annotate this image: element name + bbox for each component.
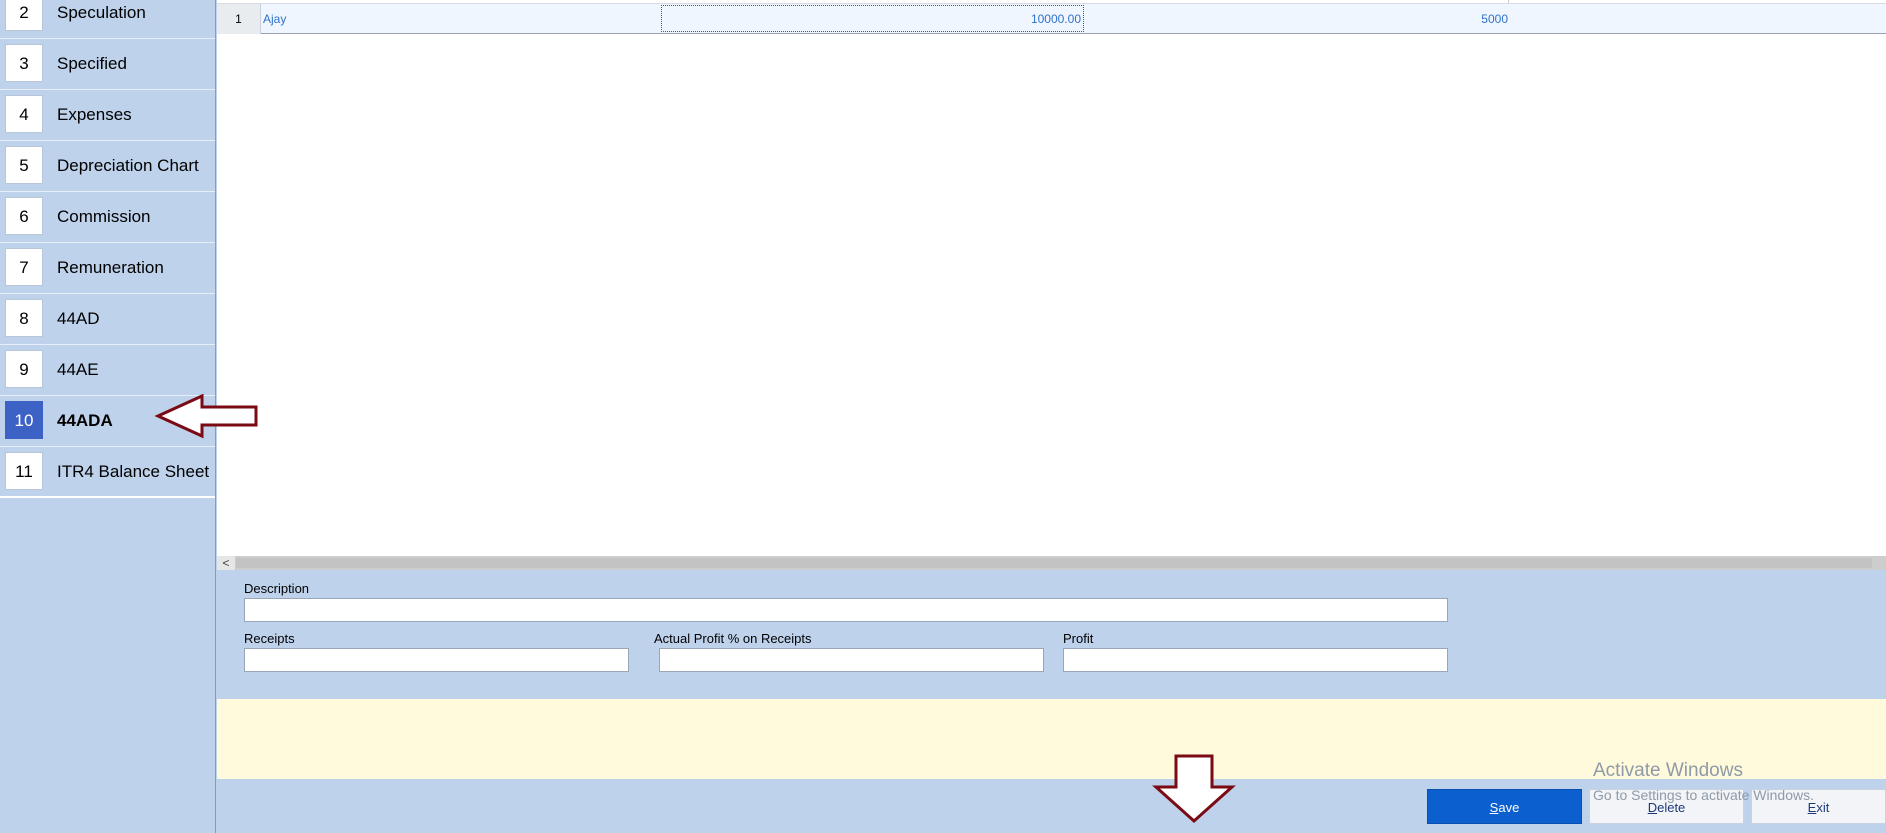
- left-arrow-icon: [154, 393, 258, 439]
- data-grid: 1 Ajay 10000.00 5000 <: [217, 0, 1886, 570]
- sidebar-item-label: Remuneration: [57, 258, 164, 277]
- cell-value[interactable]: 5000: [1084, 4, 1508, 34]
- sidebar-item-itr4-balance-sheet[interactable]: 11 ITR4 Balance Sheet: [0, 447, 215, 498]
- sidebar-item-number: 9: [5, 350, 43, 388]
- sidebar-item-specified[interactable]: 3 Specified: [0, 39, 215, 90]
- sidebar-item-number: 11: [5, 452, 43, 490]
- description-input[interactable]: [244, 598, 1448, 622]
- profit-percent-label: Actual Profit % on Receipts: [654, 631, 812, 646]
- sidebar-item-number: 3: [5, 44, 43, 82]
- sidebar-item-label: 44ADA: [57, 411, 113, 430]
- activation-watermark-subtitle: Go to Settings to activate Windows.: [1593, 787, 1814, 803]
- sidebar-item-speculation[interactable]: 2 Speculation: [0, 0, 215, 39]
- save-label: ave: [1498, 800, 1520, 815]
- receipts-label: Receipts: [244, 631, 295, 646]
- save-button[interactable]: Save: [1427, 789, 1582, 824]
- exit-label: xit: [1816, 800, 1830, 815]
- sidebar-item-number: 5: [5, 146, 43, 184]
- sidebar-item-label: Expenses: [57, 105, 132, 124]
- sidebar-item-label: 44AE: [57, 360, 99, 379]
- down-arrow-icon: [1152, 754, 1236, 824]
- sidebar-item-commission[interactable]: 6 Commission: [0, 192, 215, 243]
- cell-amount[interactable]: 10000.00: [661, 4, 1081, 34]
- row-number: 1: [217, 4, 261, 34]
- receipts-input[interactable]: [244, 648, 629, 672]
- profit-input[interactable]: [1063, 648, 1448, 672]
- sidebar-item-44ad[interactable]: 8 44AD: [0, 294, 215, 345]
- sidebar-item-number: 4: [5, 95, 43, 133]
- profit-percent-input[interactable]: [659, 648, 1044, 672]
- sidebar-item-depreciation-chart[interactable]: 5 Depreciation Chart: [0, 141, 215, 192]
- sidebar-item-expenses[interactable]: 4 Expenses: [0, 90, 215, 141]
- sidebar-item-number: 6: [5, 197, 43, 235]
- sidebar-item-remuneration[interactable]: 7 Remuneration: [0, 243, 215, 294]
- scrollbar-thumb[interactable]: [236, 558, 1872, 568]
- cell-name[interactable]: Ajay: [263, 4, 286, 34]
- sidebar-item-number: 2: [5, 0, 43, 31]
- sidebar-item-label: Speculation: [57, 3, 146, 22]
- activation-watermark-title: Activate Windows: [1593, 760, 1743, 781]
- sidebar-item-number: 8: [5, 299, 43, 337]
- horizontal-scrollbar[interactable]: <: [217, 556, 1886, 570]
- sidebar-item-number: 7: [5, 248, 43, 286]
- description-label: Description: [244, 581, 310, 596]
- sidebar-item-label: 44AD: [57, 309, 100, 328]
- sidebar-divider: [0, 496, 215, 498]
- sidebar-item-label: Specified: [57, 54, 127, 73]
- profit-label: Profit: [1063, 631, 1094, 646]
- sidebar-item-number: 10: [5, 401, 43, 439]
- sidebar-item-label: ITR4 Balance Sheet: [57, 462, 210, 481]
- table-row[interactable]: 1 Ajay 10000.00 5000: [217, 3, 1886, 34]
- scroll-left-icon[interactable]: <: [217, 556, 235, 570]
- sidebar-item-label: Commission: [57, 207, 151, 226]
- sidebar-item-44ae[interactable]: 9 44AE: [0, 345, 215, 396]
- sidebar-item-label: Depreciation Chart: [57, 156, 199, 175]
